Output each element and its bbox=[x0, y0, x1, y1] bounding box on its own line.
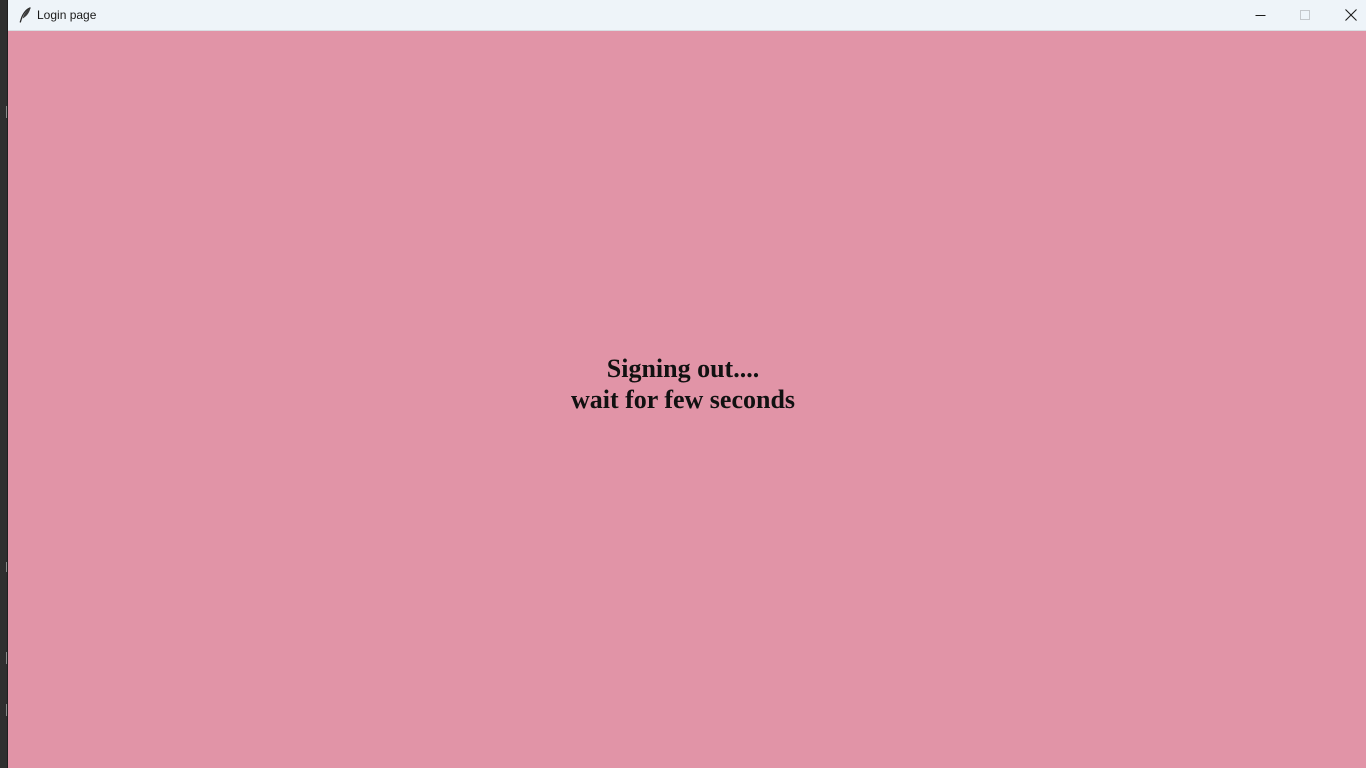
close-icon bbox=[1345, 9, 1357, 21]
maximize-button[interactable] bbox=[1282, 0, 1328, 30]
close-button[interactable] bbox=[1328, 0, 1366, 30]
feather-icon bbox=[18, 7, 32, 23]
wait-message: wait for few seconds bbox=[570, 385, 796, 414]
signing-out-message: Signing out.... bbox=[606, 354, 760, 383]
window-title: Login page bbox=[37, 8, 97, 22]
title-bar[interactable]: Login page bbox=[8, 0, 1366, 31]
minimize-icon bbox=[1255, 10, 1266, 21]
minimize-button[interactable] bbox=[1237, 0, 1283, 30]
maximize-icon bbox=[1299, 9, 1311, 21]
